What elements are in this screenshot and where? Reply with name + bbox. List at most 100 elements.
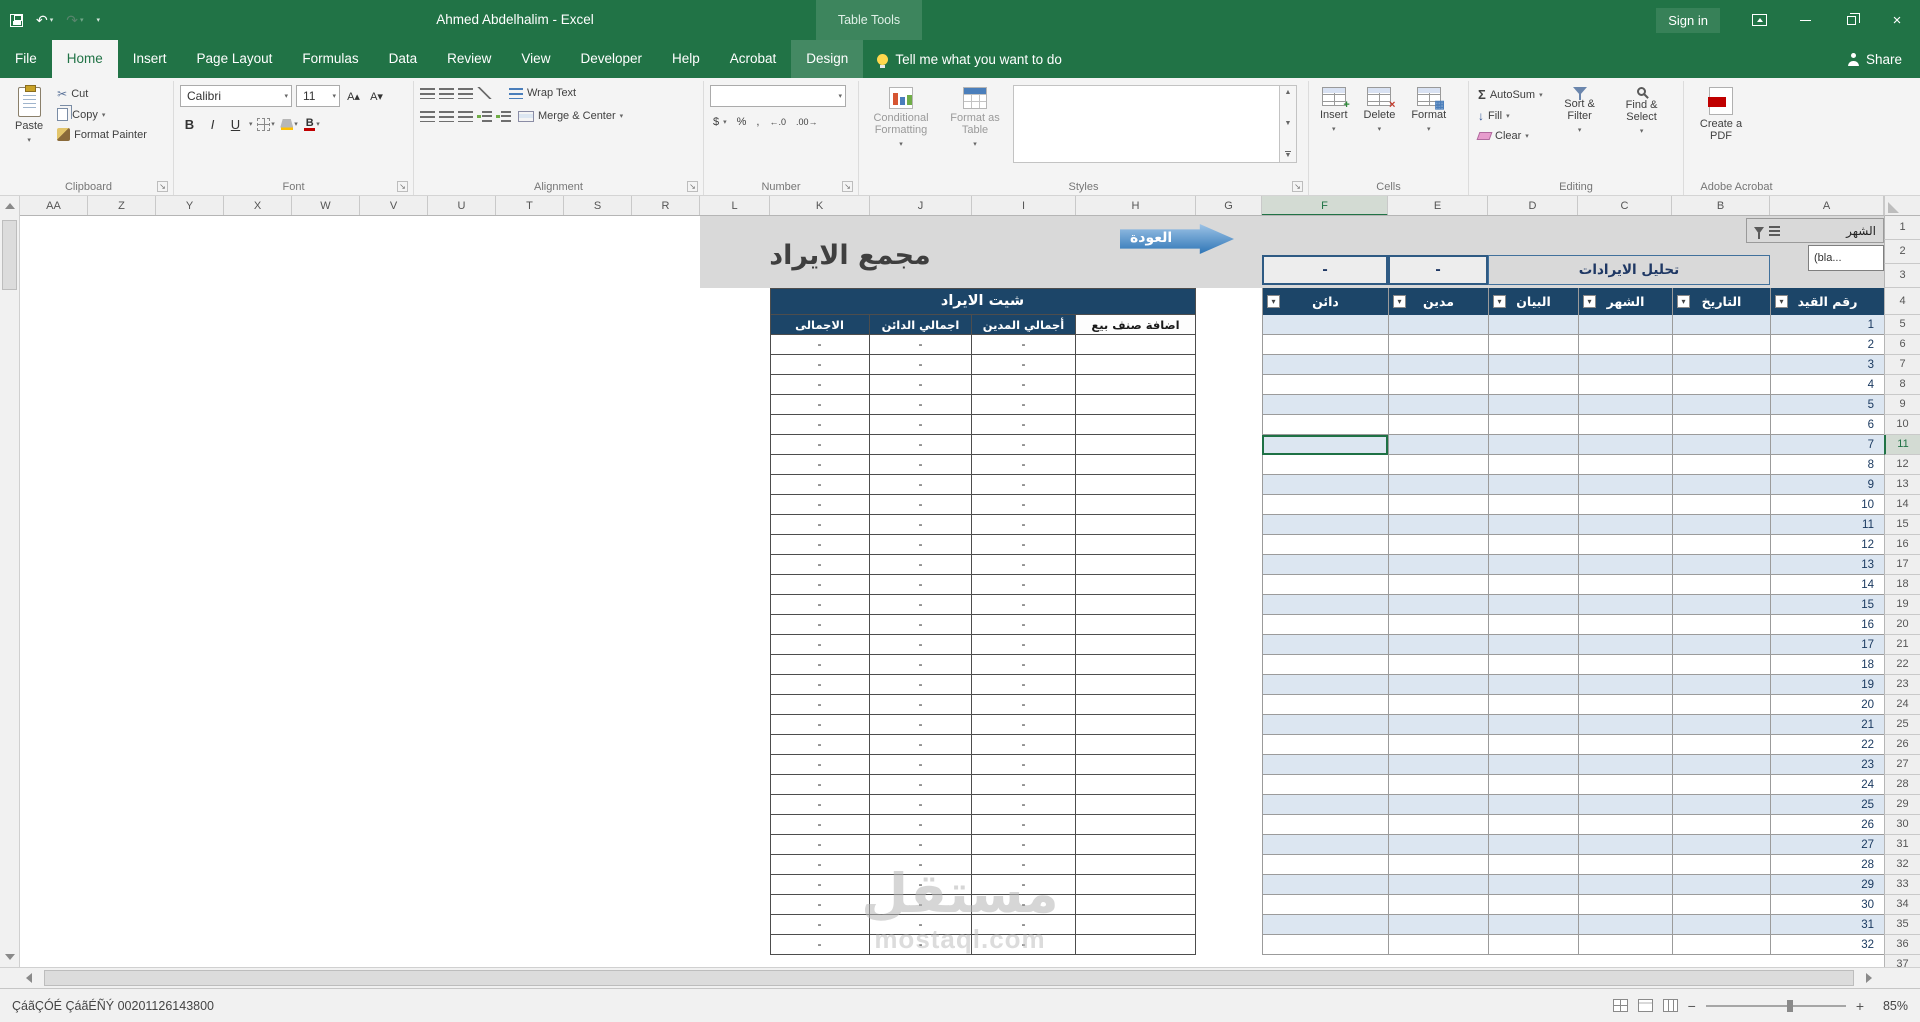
select-all-button[interactable] (1884, 196, 1920, 216)
align-center-icon[interactable] (439, 110, 454, 122)
customize-qat-button[interactable]: ▾ (97, 16, 101, 24)
decrease-indent-icon[interactable] (477, 110, 492, 122)
left-table-cell[interactable]: - (770, 395, 870, 415)
row-header-27[interactable]: 27 (1884, 755, 1920, 775)
ribbon-display-options-button[interactable] (1736, 0, 1782, 40)
record-number-cell[interactable]: 21 (1770, 715, 1878, 735)
left-table-cell[interactable]: - (870, 455, 972, 475)
tab-help[interactable]: Help (657, 40, 715, 78)
underline-button[interactable]: U (226, 114, 245, 134)
left-table-cell[interactable] (1076, 495, 1196, 515)
record-number-cell[interactable]: 10 (1770, 495, 1878, 515)
left-table-cell[interactable]: - (770, 595, 870, 615)
horizontal-scrollbar[interactable] (0, 967, 1920, 988)
row-header-30[interactable]: 30 (1884, 815, 1920, 835)
format-cells-button[interactable]: ▦ Format ▾ (1406, 85, 1451, 138)
left-table-cell[interactable]: - (972, 755, 1076, 775)
font-dialog-launcher[interactable]: ↘ (397, 181, 408, 192)
left-table-cell[interactable]: - (770, 415, 870, 435)
sheet-canvas[interactable]: مجمع الايراد العودة تحليل الايرادات - - … (20, 216, 1884, 967)
left-table-cell[interactable]: - (870, 595, 972, 615)
page-layout-view-icon[interactable] (1637, 999, 1653, 1012)
left-table-cell[interactable] (1076, 855, 1196, 875)
left-table-cell[interactable]: - (870, 375, 972, 395)
gallery-up-icon[interactable]: ▲ (1285, 89, 1292, 96)
left-table-cell[interactable]: - (770, 835, 870, 855)
record-number-cell[interactable]: 15 (1770, 595, 1878, 615)
left-table-cell[interactable] (1076, 535, 1196, 555)
record-number-cell[interactable]: 18 (1770, 655, 1878, 675)
filter-dropdown-button[interactable]: ▾ (1493, 295, 1506, 308)
tab-view[interactable]: View (506, 40, 565, 78)
column-header-I[interactable]: I (972, 196, 1076, 215)
row-header-34[interactable]: 34 (1884, 895, 1920, 915)
row-header-8[interactable]: 8 (1884, 375, 1920, 395)
left-table-cell[interactable]: - (870, 655, 972, 675)
left-table-cell[interactable]: - (770, 375, 870, 395)
record-number-cell[interactable]: 3 (1770, 355, 1878, 375)
left-table-cell[interactable]: - (770, 915, 870, 935)
left-table-cell[interactable]: - (870, 715, 972, 735)
percent-style-button[interactable]: % (734, 114, 750, 130)
left-table-cell[interactable] (1076, 595, 1196, 615)
vertical-scrollbar[interactable] (0, 196, 20, 967)
record-number-cell[interactable]: 20 (1770, 695, 1878, 715)
left-table-cell[interactable]: - (972, 455, 1076, 475)
left-table-cell[interactable]: - (870, 895, 972, 915)
left-table-cell[interactable] (1076, 515, 1196, 535)
shrink-font-button[interactable]: A▾ (367, 86, 386, 106)
conditional-formatting-button[interactable]: Conditional Formatting ▾ (865, 85, 937, 153)
left-table-cell[interactable]: - (972, 495, 1076, 515)
left-table-cell[interactable]: - (770, 575, 870, 595)
row-header-7[interactable]: 7 (1884, 355, 1920, 375)
left-table-cell[interactable] (1076, 815, 1196, 835)
column-header-A[interactable]: A (1770, 196, 1884, 215)
accounting-format-button[interactable]: $ ▾ (710, 114, 730, 130)
row-header-20[interactable]: 20 (1884, 615, 1920, 635)
left-table-cell[interactable]: - (770, 475, 870, 495)
record-number-cell[interactable]: 17 (1770, 635, 1878, 655)
align-right-icon[interactable] (458, 110, 473, 122)
left-table-cell[interactable]: - (972, 355, 1076, 375)
find-select-button[interactable]: Find & Select ▾ (1614, 85, 1670, 140)
record-number-cell[interactable]: 26 (1770, 815, 1878, 835)
left-table-cell[interactable]: - (770, 875, 870, 895)
left-table-cell[interactable] (1076, 435, 1196, 455)
column-header-H[interactable]: H (1076, 196, 1196, 215)
row-header-23[interactable]: 23 (1884, 675, 1920, 695)
left-table-cell[interactable]: - (770, 715, 870, 735)
borders-button[interactable]: ▾ (257, 114, 276, 134)
tab-data[interactable]: Data (374, 40, 433, 78)
row-header-22[interactable]: 22 (1884, 655, 1920, 675)
record-number-cell[interactable]: 13 (1770, 555, 1878, 575)
column-header-AA[interactable]: AA (20, 196, 88, 215)
gallery-scrollbar[interactable]: ▲ ▼ ▼ (1279, 86, 1296, 162)
left-table-cell[interactable] (1076, 795, 1196, 815)
left-table-cell[interactable]: - (870, 695, 972, 715)
row-header-3[interactable]: 3 (1884, 264, 1920, 288)
filter-dropdown-button[interactable]: ▾ (1677, 295, 1690, 308)
minimize-button[interactable] (1782, 0, 1828, 40)
tab-design[interactable]: Design (791, 40, 864, 78)
align-bottom-icon[interactable] (458, 87, 473, 99)
bold-button[interactable]: B (180, 114, 199, 134)
format-painter-button[interactable]: Format Painter (54, 126, 150, 143)
column-header-Z[interactable]: Z (88, 196, 156, 215)
left-table-cell[interactable]: - (870, 935, 972, 955)
fill-color-button[interactable]: ▾ (280, 114, 299, 134)
left-table-cell[interactable]: - (770, 455, 870, 475)
left-table-cell[interactable]: - (972, 795, 1076, 815)
left-table-cell[interactable]: - (870, 355, 972, 375)
row-header-24[interactable]: 24 (1884, 695, 1920, 715)
left-table-cell[interactable]: - (972, 475, 1076, 495)
left-table-cell[interactable]: - (972, 515, 1076, 535)
left-table-cell[interactable]: - (870, 835, 972, 855)
left-table-cell[interactable]: - (972, 775, 1076, 795)
left-table-cell[interactable]: - (972, 575, 1076, 595)
tab-formulas[interactable]: Formulas (287, 40, 373, 78)
row-header-16[interactable]: 16 (1884, 535, 1920, 555)
left-table-cell[interactable] (1076, 695, 1196, 715)
merge-center-button[interactable]: Merge & Center ▾ (515, 108, 626, 124)
left-table-cell[interactable]: - (770, 855, 870, 875)
left-table-cell[interactable]: - (770, 615, 870, 635)
